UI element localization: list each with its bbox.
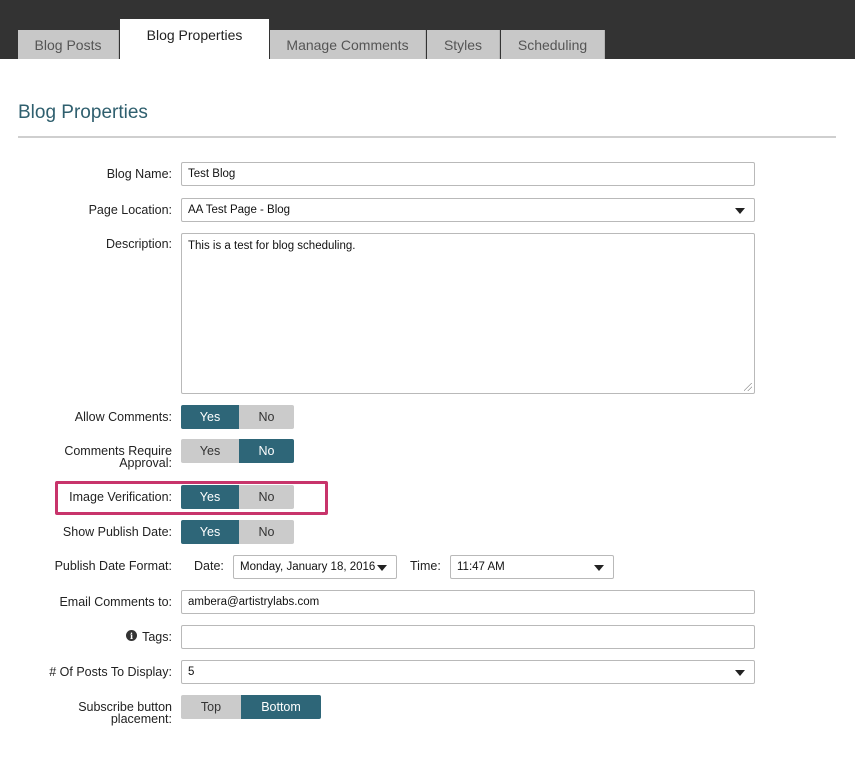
posts-to-display-select[interactable]: 5 bbox=[181, 660, 755, 684]
description-textarea[interactable]: This is a test for blog scheduling. bbox=[181, 233, 755, 394]
show-publish-date-no[interactable]: No bbox=[239, 520, 294, 544]
description-label: Description: bbox=[106, 237, 172, 251]
email-comments-label: Email Comments to: bbox=[59, 595, 172, 609]
time-select[interactable]: 11:47 AM bbox=[450, 555, 614, 579]
publish-date-format-label: Publish Date Format: bbox=[54, 559, 172, 573]
require-approval-toggle: Yes No bbox=[181, 439, 294, 463]
tab-manage-comments[interactable]: Manage Comments bbox=[270, 30, 426, 59]
page-location-select[interactable]: AA Test Page - Blog bbox=[181, 198, 755, 222]
tab-blog-properties[interactable]: Blog Properties bbox=[120, 19, 269, 59]
require-approval-label-line2: Approval: bbox=[119, 456, 172, 470]
image-verification-label: Image Verification: bbox=[69, 490, 172, 504]
image-verification-yes[interactable]: Yes bbox=[181, 485, 239, 509]
chevron-down-icon bbox=[594, 565, 604, 571]
tab-styles[interactable]: Styles bbox=[427, 30, 500, 59]
allow-comments-yes[interactable]: Yes bbox=[181, 405, 239, 429]
chevron-down-icon bbox=[735, 208, 745, 214]
date-value: Monday, January 18, 2016 bbox=[240, 561, 376, 573]
title-divider bbox=[18, 136, 836, 138]
chevron-down-icon bbox=[377, 565, 387, 571]
info-icon[interactable]: i bbox=[126, 630, 137, 641]
blog-name-label: Blog Name: bbox=[106, 167, 172, 181]
date-label: Date: bbox=[194, 559, 224, 573]
posts-to-display-value: 5 bbox=[188, 666, 195, 678]
require-approval-label: Comments Require Approval: bbox=[64, 445, 172, 470]
subscribe-placement-bottom[interactable]: Bottom bbox=[241, 695, 321, 719]
page-location-value: AA Test Page - Blog bbox=[188, 204, 291, 216]
image-verification-no[interactable]: No bbox=[239, 485, 294, 509]
allow-comments-label: Allow Comments: bbox=[74, 410, 172, 424]
description-value: This is a test for blog scheduling. bbox=[188, 240, 356, 252]
page-title: Blog Properties bbox=[18, 102, 148, 123]
require-approval-yes[interactable]: Yes bbox=[181, 439, 239, 463]
allow-comments-no[interactable]: No bbox=[239, 405, 294, 429]
show-publish-date-label: Show Publish Date: bbox=[62, 525, 172, 539]
date-select[interactable]: Monday, January 18, 2016 bbox=[233, 555, 397, 579]
tab-scheduling[interactable]: Scheduling bbox=[501, 30, 605, 59]
show-publish-date-yes[interactable]: Yes bbox=[181, 520, 239, 544]
chevron-down-icon bbox=[735, 670, 745, 676]
tags-label: Tags: bbox=[142, 630, 172, 644]
allow-comments-toggle: Yes No bbox=[181, 405, 294, 429]
subscribe-placement-label-line2: placement: bbox=[110, 712, 172, 726]
time-label: Time: bbox=[410, 559, 441, 573]
image-verification-toggle: Yes No bbox=[181, 485, 294, 509]
posts-to-display-label: # Of Posts To Display: bbox=[49, 665, 172, 679]
subscribe-placement-top[interactable]: Top bbox=[181, 695, 241, 719]
page-location-label: Page Location: bbox=[88, 203, 172, 217]
time-value: 11:47 AM bbox=[457, 561, 505, 573]
email-comments-input[interactable]: ambera@artistrylabs.com bbox=[181, 590, 755, 614]
tags-input[interactable] bbox=[181, 625, 755, 649]
subscribe-placement-label: Subscribe button placement: bbox=[78, 701, 172, 726]
show-publish-date-toggle: Yes No bbox=[181, 520, 294, 544]
tab-blog-posts[interactable]: Blog Posts bbox=[18, 30, 119, 59]
blog-name-input[interactable]: Test Blog bbox=[181, 162, 755, 186]
resize-handle-icon[interactable] bbox=[744, 383, 752, 391]
subscribe-placement-toggle: Top Bottom bbox=[181, 695, 321, 719]
require-approval-no[interactable]: No bbox=[239, 439, 294, 463]
